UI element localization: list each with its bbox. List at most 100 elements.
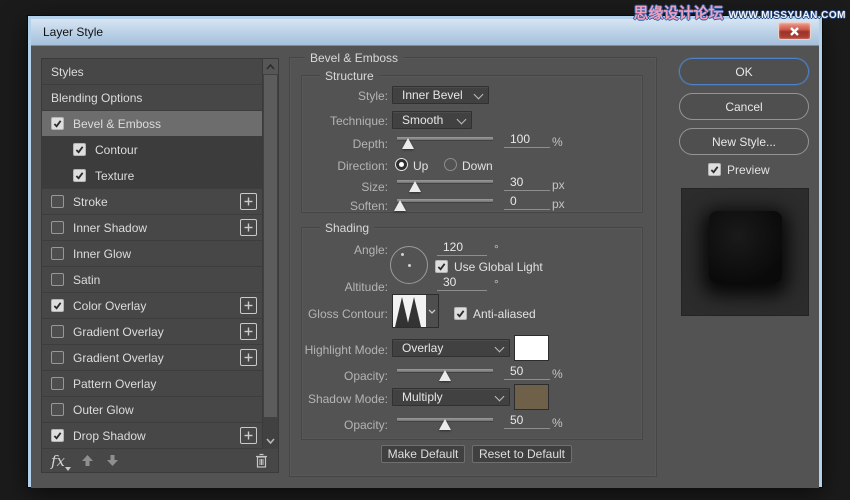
sidebar-item-bevel-emboss[interactable]: Bevel & Emboss [42,111,262,137]
scroll-up-button[interactable] [263,59,278,74]
sidebar-item-styles[interactable]: Styles [42,59,262,85]
direction-up-radio[interactable] [395,158,408,171]
slider-thumb[interactable] [393,200,406,211]
plus-icon [244,197,253,206]
preview-checkbox[interactable] [708,163,721,176]
slider-thumb[interactable] [439,419,451,430]
anti-aliased-checkbox[interactable] [454,307,467,320]
highlight-opacity-value-field[interactable]: 50 [504,365,550,380]
sidebar-item-gradient-overlay[interactable]: Gradient Overlay [42,319,262,345]
size-slider[interactable] [397,176,493,192]
use-global-light-checkbox[interactable] [435,260,448,273]
sidebar-item-gradient-overlay[interactable]: Gradient Overlay [42,345,262,371]
sidebar-item-stroke[interactable]: Stroke [42,189,262,215]
dialog-titlebar[interactable]: Layer Style [31,19,819,46]
technique-label: Technique: [329,114,388,128]
effect-checkbox[interactable] [51,403,64,416]
effect-checkbox[interactable] [51,117,64,130]
bevel-emboss-panel: Bevel & Emboss Structure Style: Inner Be… [289,51,657,477]
panel-title: Bevel & Emboss [305,51,404,65]
make-default-button[interactable]: Make Default [381,445,465,463]
altitude-value-field[interactable]: 30 [437,276,487,291]
soften-value-field[interactable]: 0 [504,195,550,210]
slider-thumb[interactable] [409,181,422,192]
new-style-button[interactable]: New Style... [679,128,809,155]
add-effect-fx-button[interactable]: fx [51,452,72,471]
gloss-contour-picker[interactable] [392,294,439,328]
sidebar-scrollbar[interactable] [262,59,278,449]
contour-dropdown-strip[interactable] [426,295,438,327]
scroll-down-button[interactable] [263,433,278,448]
plus-icon [244,301,253,310]
effect-label: Bevel & Emboss [73,116,162,131]
shading-group-title: Shading [320,221,375,235]
effect-checkbox[interactable] [51,299,64,312]
sidebar-item-contour[interactable]: Contour [42,137,262,163]
sidebar-item-satin[interactable]: Satin [42,267,262,293]
soften-unit: px [552,197,565,211]
effect-checkbox[interactable] [51,221,64,234]
effect-checkbox[interactable] [51,325,64,338]
shadow-opacity-slider[interactable] [397,414,493,430]
scrollbar-thumb[interactable] [264,75,277,417]
highlight-opacity-slider[interactable] [397,365,493,381]
depth-value-field[interactable]: 100 [504,133,550,148]
delete-effect-trash-button[interactable] [255,453,268,468]
duplicate-effect-plus-button[interactable] [240,349,257,366]
move-effect-down-button[interactable] [106,454,119,467]
technique-dropdown[interactable]: Smooth [392,111,472,129]
size-value-field[interactable]: 30 [504,176,550,191]
structure-group-title: Structure [320,69,379,83]
sidebar-item-inner-shadow[interactable]: Inner Shadow [42,215,262,241]
effect-checkbox[interactable] [51,247,64,260]
effect-label: Stroke [73,194,108,209]
angle-value-field[interactable]: 120 [437,241,487,256]
size-label: Size: [361,180,388,194]
dial-angle-dot [401,253,404,256]
sidebar-item-drop-shadow[interactable]: Drop Shadow [42,423,262,449]
ok-button[interactable]: OK [679,58,809,85]
effect-checkbox[interactable] [73,143,86,156]
chevron-down-icon [266,437,275,444]
highlight-opacity-label: Opacity: [343,369,388,383]
shadow-opacity-value-field[interactable]: 50 [504,414,550,429]
slider-thumb[interactable] [439,370,451,381]
sidebar-item-texture[interactable]: Texture [42,163,262,189]
duplicate-effect-plus-button[interactable] [240,297,257,314]
angle-dial[interactable] [390,246,428,284]
sidebar-item-inner-glow[interactable]: Inner Glow [42,241,262,267]
style-dropdown[interactable]: Inner Bevel [392,86,489,104]
shadow-mode-value: Multiply [402,390,443,404]
depth-slider[interactable] [397,133,493,149]
shadow-color-swatch[interactable] [514,384,549,410]
direction-down-radio[interactable] [444,158,457,171]
effect-checkbox[interactable] [51,429,64,442]
duplicate-effect-plus-button[interactable] [240,323,257,340]
contour-thumbnail [395,297,421,327]
duplicate-effect-plus-button[interactable] [240,427,257,444]
duplicate-effect-plus-button[interactable] [240,193,257,210]
shadow-mode-label: Shadow Mode: [307,392,388,406]
effect-checkbox[interactable] [51,273,64,286]
shadow-mode-dropdown[interactable]: Multiply [392,388,510,406]
cancel-button[interactable]: Cancel [679,93,809,120]
effect-checkbox[interactable] [73,169,86,182]
slider-thumb[interactable] [401,138,414,149]
effect-checkbox[interactable] [51,351,64,364]
check-icon [437,263,446,271]
plus-icon [244,223,253,232]
reset-to-default-button[interactable]: Reset to Default [472,445,572,463]
highlight-color-swatch[interactable] [514,335,549,361]
sidebar-item-color-overlay[interactable]: Color Overlay [42,293,262,319]
duplicate-effect-plus-button[interactable] [240,219,257,236]
move-effect-up-button[interactable] [81,454,94,467]
soften-label: Soften: [349,199,388,213]
sidebar-item-blending-options[interactable]: Blending Options [42,85,262,111]
effect-checkbox[interactable] [51,195,64,208]
effect-checkbox[interactable] [51,377,64,390]
sidebar-item-outer-glow[interactable]: Outer Glow [42,397,262,423]
soften-slider[interactable] [393,195,493,211]
highlight-mode-dropdown[interactable]: Overlay [392,339,510,357]
sidebar-item-pattern-overlay[interactable]: Pattern Overlay [42,371,262,397]
close-button[interactable] [778,22,811,40]
